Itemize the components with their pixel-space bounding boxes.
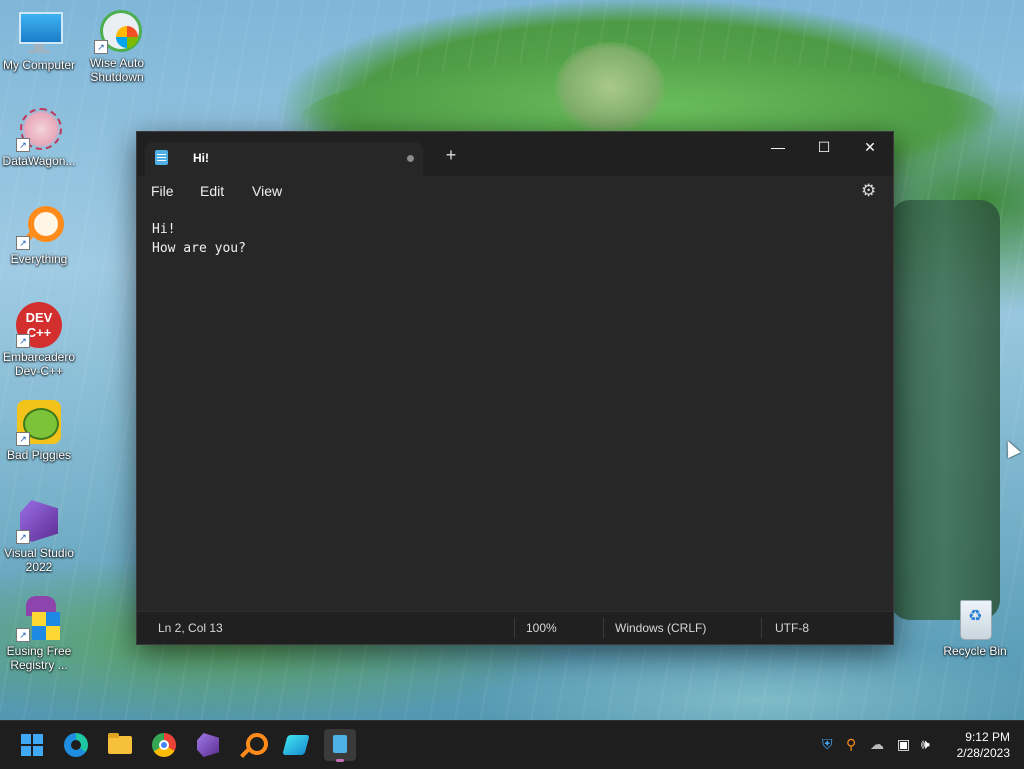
magnifier-icon[interactable]	[236, 729, 268, 761]
monitor-icon	[16, 10, 63, 56]
desktop-icon-my-computer[interactable]: My Computer	[0, 10, 78, 72]
desktop-icon-label: Recycle Bin	[943, 644, 1007, 658]
mouse-cursor	[1001, 437, 1021, 459]
recycle-bin-icon: ♻	[952, 596, 998, 642]
clock-date: 2/28/2023	[956, 746, 1010, 760]
clock[interactable]: 9:12 PM 2/28/2023	[957, 729, 1010, 761]
desktop-icon-label: Eusing Free Registry ...	[6, 644, 72, 672]
volume-icon[interactable]: 🕪	[921, 736, 930, 753]
notepad-icon	[155, 150, 168, 165]
desktop-icon-label: Everything	[10, 252, 68, 266]
shortcut-arrow-icon: ↗	[94, 40, 108, 54]
visual-studio-icon[interactable]	[192, 729, 224, 761]
blue-app-icon[interactable]	[280, 729, 312, 761]
desktop-icon-label: Wise Auto Shutdown	[89, 56, 145, 84]
magnifier-icon: ↗	[16, 204, 64, 250]
desktop-icon-everything[interactable]: ↗ Everything	[0, 204, 78, 266]
menu-file[interactable]: File	[151, 183, 174, 199]
editor-line-2: How are you?	[152, 241, 246, 256]
desktop-icon-bad-piggies[interactable]: ↗ Bad Piggies	[0, 400, 78, 462]
chrome-icon[interactable]	[148, 729, 180, 761]
menu-edit[interactable]: Edit	[200, 183, 224, 199]
wallpaper-tree	[890, 200, 1000, 620]
status-bar: Ln 2, Col 13 100% Windows (CRLF) UTF-8	[137, 611, 893, 644]
new-tab-button[interactable]: +	[441, 145, 461, 165]
menu-bar: File Edit View ⚙	[137, 176, 893, 208]
green-pig-icon: ↗	[16, 400, 62, 446]
devcpp-icon: DEV C++ ↗	[16, 302, 62, 348]
shortcut-arrow-icon: ↗	[16, 236, 30, 250]
desktop-icon-dev-cpp[interactable]: DEV C++ ↗ Embarcadero Dev-C++	[0, 302, 78, 378]
wallpaper-frog	[555, 42, 665, 132]
shield-icon[interactable]: ⛨	[822, 736, 833, 753]
unsaved-dot-icon[interactable]	[407, 155, 414, 162]
title-bar[interactable]: Hi! + — ☐ ✕	[137, 132, 893, 176]
visual-studio-icon: ↗	[16, 498, 62, 544]
text-editor[interactable]: Hi! How are you?	[137, 208, 893, 612]
status-separator	[603, 618, 604, 638]
desktop-icon-label: Bad Piggies	[6, 448, 72, 462]
status-separator	[514, 618, 515, 638]
tab-hi[interactable]: Hi!	[145, 142, 423, 176]
status-zoom[interactable]: 100%	[526, 621, 557, 635]
clock-shutdown-icon: ↗	[94, 8, 142, 54]
desktop-icon-visual-studio[interactable]: ↗ Visual Studio 2022	[0, 498, 78, 574]
folder-icon[interactable]	[104, 729, 136, 761]
minimize-button[interactable]: —	[755, 132, 801, 162]
shortcut-arrow-icon: ↗	[16, 628, 30, 642]
desktop-icon-label: Visual Studio 2022	[4, 546, 74, 574]
desktop-icon-datawagon[interactable]: ↗ DataWagon...	[0, 106, 78, 168]
desktop-icon-recycle-bin[interactable]: ♻ Recycle Bin	[936, 596, 1014, 658]
cloud-icon[interactable]: ☁	[870, 736, 884, 753]
desktop-icon-eusing-registry[interactable]: ↗ Eusing Free Registry ...	[0, 596, 78, 672]
status-encoding[interactable]: UTF-8	[775, 621, 809, 635]
desktop-icon-label: My Computer	[2, 58, 76, 72]
maximize-button[interactable]: ☐	[801, 132, 847, 162]
menu-view[interactable]: View	[252, 183, 282, 199]
taskbar: ⛨ ⚲ ☁ ▣ 🕪 9:12 PM 2/28/2023	[0, 720, 1024, 769]
network-icon[interactable]: ▣	[897, 736, 910, 753]
edge-icon[interactable]	[60, 729, 92, 761]
status-position: Ln 2, Col 13	[158, 621, 223, 635]
shortcut-arrow-icon: ↗	[16, 432, 30, 446]
desktop-icon-label: DataWagon...	[2, 154, 76, 168]
flower-icon: ↗	[16, 106, 62, 152]
magnifier-icon[interactable]: ⚲	[846, 736, 856, 753]
clock-time: 9:12 PM	[965, 730, 1010, 744]
shortcut-arrow-icon: ↗	[16, 334, 30, 348]
shortcut-arrow-icon: ↗	[16, 138, 30, 152]
windows-start-icon[interactable]	[16, 729, 48, 761]
tab-title: Hi!	[193, 151, 209, 165]
notepad-window: Hi! + — ☐ ✕ File Edit View ⚙ Hi! How are…	[136, 131, 894, 645]
desktop-icon-label: Embarcadero Dev-C++	[2, 350, 76, 378]
status-separator	[761, 618, 762, 638]
desktop-icon-wise-auto-shutdown[interactable]: ↗ Wise Auto Shutdown	[78, 8, 156, 84]
status-line-ending[interactable]: Windows (CRLF)	[615, 621, 706, 635]
gear-icon[interactable]: ⚙	[861, 181, 876, 201]
notepad-icon[interactable]	[324, 729, 356, 762]
close-button[interactable]: ✕	[847, 132, 893, 162]
editor-line-1: Hi!	[152, 222, 176, 237]
registry-cleaner-icon: ↗	[16, 596, 62, 642]
shortcut-arrow-icon: ↗	[16, 530, 30, 544]
